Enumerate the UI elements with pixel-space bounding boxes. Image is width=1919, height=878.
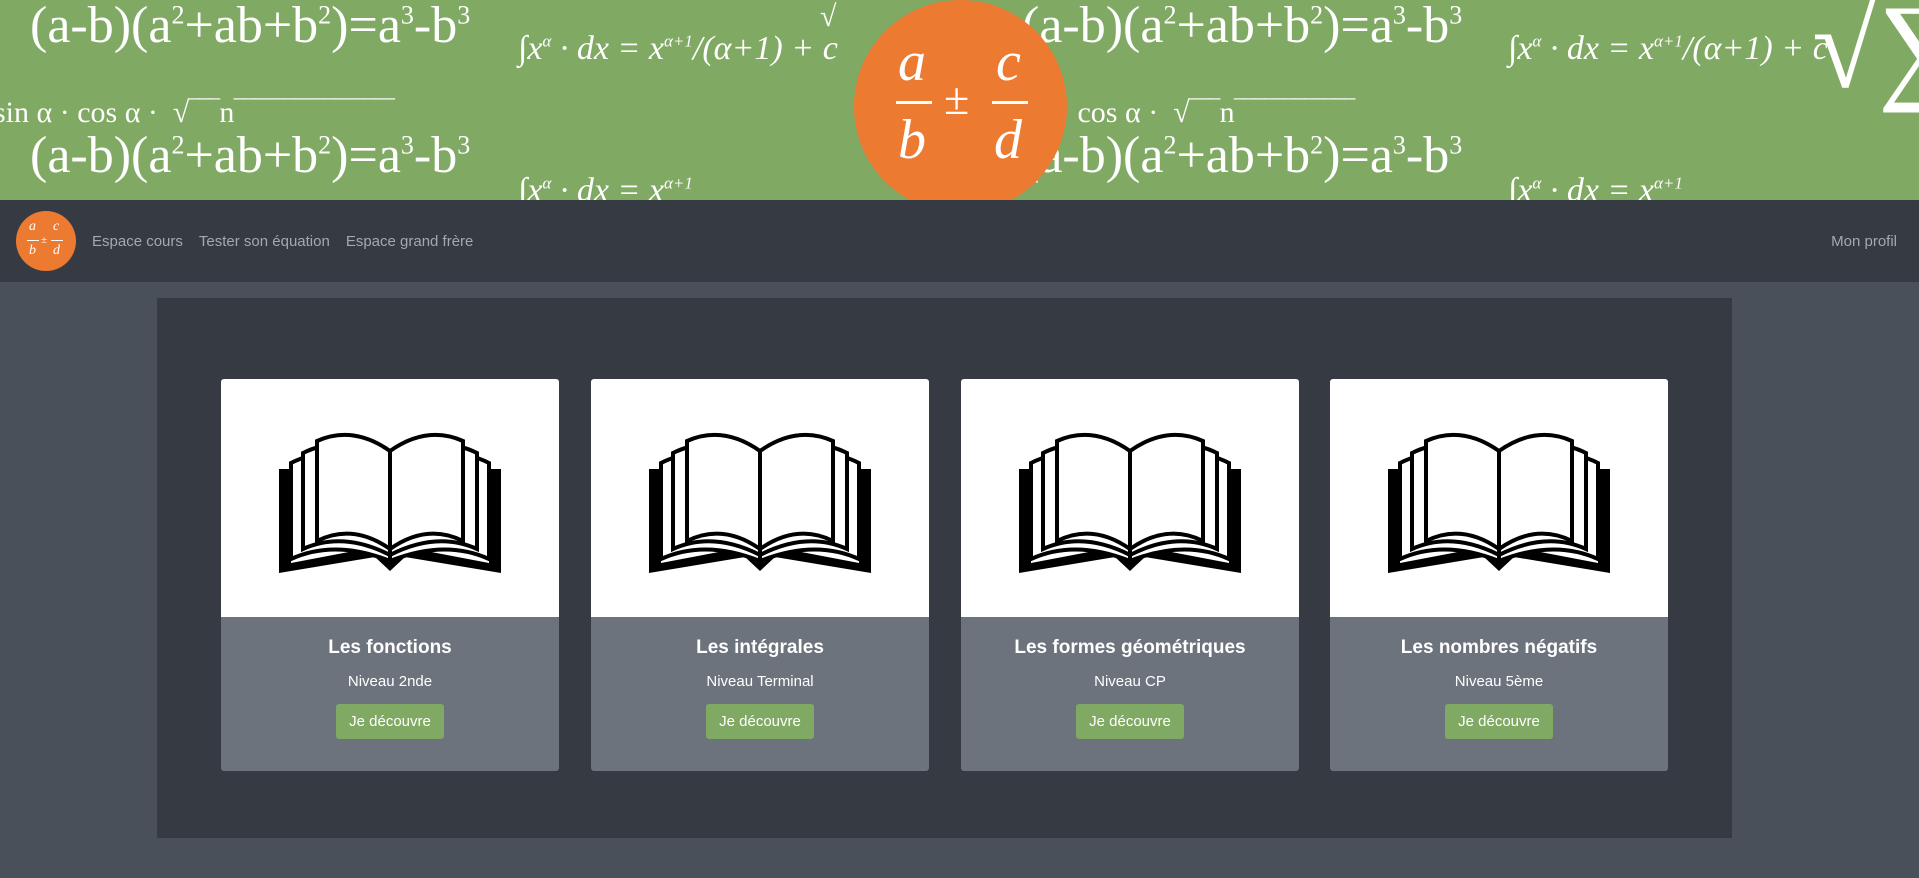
course-card: Les nombres négatifs Niveau 5ème Je déco… (1330, 379, 1668, 771)
banner-formula: (a-b)(a2+ab+b2)=a3-b3 (1022, 0, 1463, 54)
banner-formula: √ (820, 0, 837, 33)
course-card-body: Les intégrales Niveau Terminal Je découv… (591, 637, 929, 739)
open-book-icon (649, 433, 871, 573)
logo-denominator-b: b (898, 109, 926, 171)
nav-link-mon-profil[interactable]: Mon profil (1831, 233, 1897, 250)
open-book-icon (1019, 433, 1241, 573)
courses-panel: Les fonctions Niveau 2nde Je découvre Le… (157, 298, 1732, 838)
fraction-bar (992, 101, 1028, 104)
course-card: Les fonctions Niveau 2nde Je découvre (221, 379, 559, 771)
plus-minus-icon: ± (944, 73, 970, 124)
logo-numerator-c: c (996, 31, 1021, 93)
banner-formula: ∫xα · dx = xα+1 (518, 172, 693, 200)
course-image (591, 379, 929, 617)
home-logo-button[interactable]: a b ± c d (16, 211, 76, 271)
banner-formula: ∫xα · dx = xα+1 (1508, 172, 1683, 200)
banner-logo: a b ± c d (854, 0, 1067, 200)
open-book-icon (1388, 433, 1610, 573)
course-title: Les fonctions (328, 637, 452, 658)
fraction-bar (51, 240, 63, 241)
banner-formula: sin α · cos α · √‾‾‾n‾‾‾‾‾‾‾‾‾‾‾‾‾‾‾‾ (0, 96, 395, 129)
discover-button[interactable]: Je découvre (706, 704, 814, 739)
course-image (1330, 379, 1668, 617)
course-card: Les intégrales Niveau Terminal Je découv… (591, 379, 929, 771)
course-card-body: Les nombres négatifs Niveau 5ème Je déco… (1330, 637, 1668, 739)
fraction-bar (27, 240, 39, 241)
nav-link-tester-equation[interactable]: Tester son équation (199, 233, 330, 250)
math-banner: (a-b)(a2+ab+b2)=a3-b3 ∫xα · dx = xα+1/(α… (0, 0, 1919, 200)
logo-denominator-d: d (994, 109, 1022, 171)
banner-formula: (a-b)(a2+ab+b2)=a3-b3 (30, 0, 471, 54)
plus-minus-icon: ± (41, 234, 48, 246)
logo-numerator-a: a (898, 31, 926, 93)
course-level: Niveau 5ème (1454, 673, 1544, 690)
nav-logo-a: a (29, 219, 36, 234)
banner-formula: · cos α · √‾‾‾n‾‾‾‾‾‾‾‾‾‾‾‾ (1060, 96, 1355, 129)
fraction-bar (896, 101, 932, 104)
discover-button[interactable]: Je découvre (336, 704, 444, 739)
discover-button[interactable]: Je découvre (1445, 704, 1553, 739)
course-level: Niveau CP (1094, 673, 1166, 690)
banner-formula: (a-b)(a2+ab+b2)=a3-b3 (1022, 127, 1463, 184)
course-title: Les intégrales (696, 637, 824, 658)
course-card-body: Les formes géométriques Niveau CP Je déc… (961, 637, 1299, 739)
course-title: Les nombres négatifs (1400, 637, 1598, 658)
course-title: Les formes géométriques (1014, 637, 1246, 658)
banner-formula: √∑ (1812, 0, 1919, 113)
course-card: Les formes géométriques Niveau CP Je déc… (961, 379, 1299, 771)
nav-link-espace-grand-frere[interactable]: Espace grand frère (346, 233, 474, 250)
banner-formula: ∫xα · dx = xα+1/(α+1) + c (1508, 30, 1828, 67)
banner-formula: (a-b)(a2+ab+b2)=a3-b3 (30, 127, 471, 184)
course-level: Niveau 2nde (347, 673, 433, 690)
banner-formula: ∫xα · dx = xα+1/(α+1) + c (518, 30, 838, 67)
nav-logo-d: d (53, 243, 60, 258)
nav-logo-c: c (53, 219, 60, 234)
course-card-body: Les fonctions Niveau 2nde Je découvre (221, 637, 559, 739)
open-book-icon (279, 433, 501, 573)
nav-logo-b: b (29, 243, 36, 258)
top-navbar: a b ± c d Espace cours Tester son équati… (0, 200, 1919, 282)
course-image (961, 379, 1299, 617)
discover-button[interactable]: Je découvre (1076, 704, 1184, 739)
nav-link-espace-cours[interactable]: Espace cours (92, 233, 183, 250)
course-image (221, 379, 559, 617)
course-level: Niveau Terminal (706, 673, 814, 690)
